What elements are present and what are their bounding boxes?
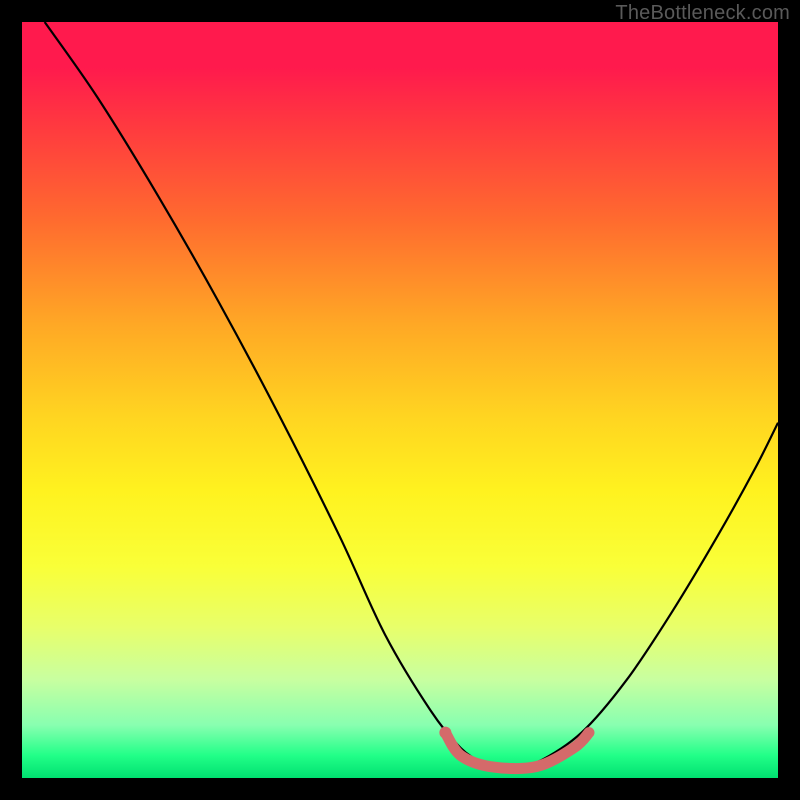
- curve-right: [506, 423, 778, 771]
- optimal-range-marker: [445, 733, 589, 769]
- curve-left: [45, 22, 506, 770]
- chart-frame: TheBottleneck.com: [0, 0, 800, 800]
- watermark: TheBottleneck.com: [615, 2, 790, 25]
- chart-svg: [22, 22, 778, 778]
- optimal-marker-dot: [439, 727, 451, 739]
